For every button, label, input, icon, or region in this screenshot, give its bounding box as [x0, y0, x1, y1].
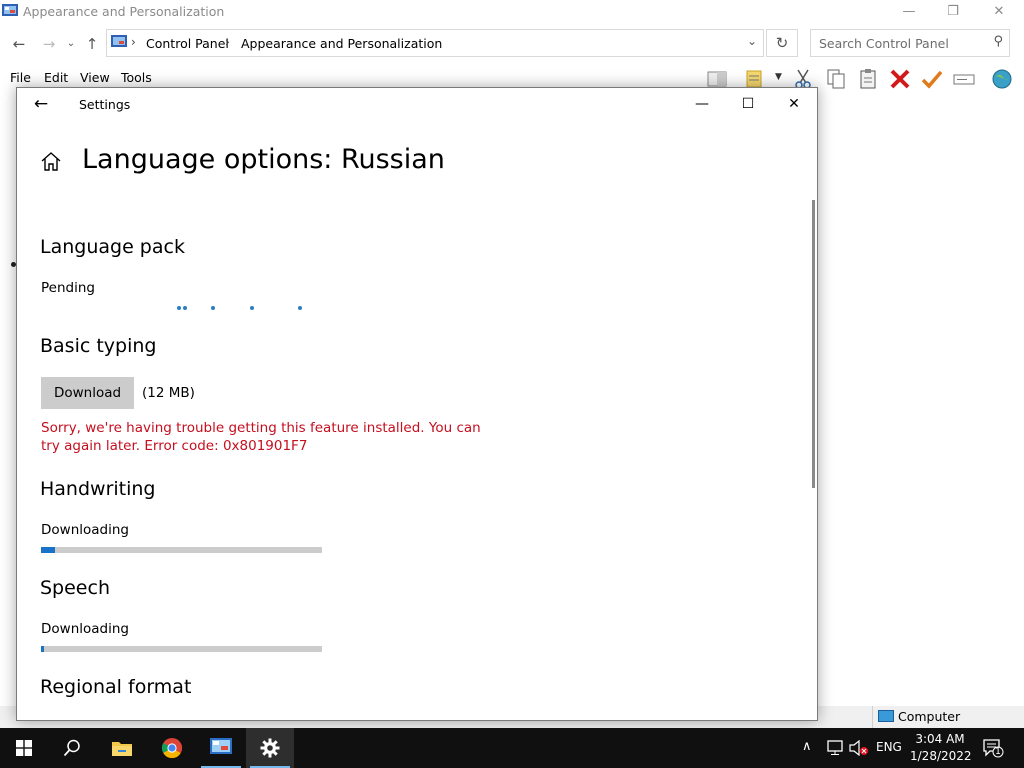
volume-muted-icon[interactable] — [849, 740, 869, 756]
speech-status: Downloading — [41, 621, 129, 637]
menu-view[interactable]: View — [80, 70, 110, 85]
language-pack-status: Pending — [41, 280, 95, 296]
handwriting-progress-fill — [41, 547, 56, 553]
clock-time: 3:04 AM — [915, 732, 965, 746]
address-dropdown-icon[interactable]: ⌄ — [747, 34, 757, 48]
network-icon[interactable] — [826, 740, 844, 756]
breadcrumb-appearance[interactable]: Appearance and Personalization — [241, 36, 442, 51]
explorer-title: Appearance and Personalization — [23, 4, 225, 19]
globe-icon[interactable] — [991, 68, 1013, 90]
clock-date: 1/28/2022 — [910, 749, 972, 763]
search-button[interactable] — [48, 728, 96, 768]
handwriting-status: Downloading — [41, 522, 129, 538]
regional-format-heading: Regional format — [40, 676, 192, 698]
settings-maximize-button[interactable]: ☐ — [725, 88, 771, 120]
explorer-close-button[interactable]: ✕ — [976, 0, 1022, 26]
rename-icon[interactable] — [953, 68, 975, 90]
forward-arrow-icon[interactable]: → — [38, 34, 60, 54]
search-icon: ⚲ — [993, 34, 1003, 49]
start-button[interactable] — [0, 728, 48, 768]
file-explorer-taskbar-button[interactable] — [98, 728, 146, 768]
explorer-minimize-button[interactable]: — — [886, 0, 932, 26]
error-message: Sorry, we're having trouble getting this… — [41, 420, 481, 454]
back-arrow-icon[interactable]: ← — [29, 94, 53, 114]
show-hidden-icons-chevron-icon[interactable]: ∧ — [802, 739, 818, 768]
language-pack-heading: Language pack — [40, 236, 185, 258]
explorer-navigation-bar: ← → ⌄ ↑ › Control Panel › Appearance and… — [0, 27, 1024, 60]
settings-title-bar: ← Settings — ☐ ✕ — [17, 88, 817, 120]
control-panel-icon — [210, 738, 232, 754]
search-box[interactable]: Search Control Panel ⚲ — [810, 29, 1010, 57]
refresh-icon[interactable]: ↻ — [766, 29, 798, 57]
views-dropdown-icon[interactable]: ▼ — [775, 72, 782, 82]
input-language-indicator[interactable]: ENG — [876, 740, 902, 768]
address-bar[interactable]: › Control Panel › Appearance and Persona… — [106, 29, 764, 57]
speech-progress-fill — [41, 646, 44, 652]
page-title: Language options: Russian — [82, 144, 445, 175]
loading-dots-indicator — [175, 306, 315, 312]
download-size: (12 MB) — [142, 385, 195, 401]
up-arrow-icon[interactable]: ↑ — [82, 34, 102, 54]
status-location-cell: Computer — [872, 706, 1020, 728]
basic-typing-heading: Basic typing — [40, 335, 157, 357]
settings-minimize-button[interactable]: — — [679, 88, 725, 120]
control-panel-icon — [2, 4, 18, 16]
folder-icon — [112, 742, 132, 756]
settings-window-title: Settings — [79, 97, 131, 112]
status-location: Computer — [898, 709, 961, 724]
back-arrow-icon[interactable]: ← — [8, 34, 30, 54]
chrome-icon — [161, 738, 183, 759]
speech-progress-bar — [41, 646, 322, 652]
control-panel-taskbar-button[interactable] — [197, 728, 245, 768]
breadcrumb-separator-icon: › — [225, 35, 230, 49]
taskbar: ∧ ENG 3:04 AM 1/28/2022 1 — [0, 728, 1024, 768]
home-icon[interactable] — [39, 150, 63, 174]
checkmark-icon[interactable] — [921, 68, 943, 90]
breadcrumb-control-panel[interactable]: Control Panel — [146, 36, 229, 51]
chrome-taskbar-button[interactable] — [148, 728, 196, 768]
recent-locations-chevron-icon[interactable]: ⌄ — [64, 34, 78, 54]
delete-icon[interactable] — [889, 68, 911, 90]
handwriting-progress-bar — [41, 547, 322, 553]
gear-icon — [260, 738, 280, 758]
settings-window: ← Settings — ☐ ✕ Language options: Russi… — [16, 87, 818, 721]
paste-icon[interactable] — [857, 68, 879, 90]
search-placeholder: Search Control Panel — [819, 36, 949, 51]
copy-icon[interactable] — [825, 68, 847, 90]
search-icon — [63, 739, 80, 757]
settings-close-button[interactable]: ✕ — [771, 88, 817, 120]
speech-heading: Speech — [40, 577, 110, 599]
computer-icon — [878, 710, 894, 722]
notification-count-badge: 1 — [995, 747, 1001, 757]
explorer-title-bar: Appearance and Personalization — ❐ ✕ — [0, 0, 1024, 26]
control-panel-icon — [111, 35, 127, 47]
handwriting-heading: Handwriting — [40, 478, 156, 500]
menu-edit[interactable]: Edit — [44, 70, 68, 85]
explorer-restore-button[interactable]: ❐ — [930, 0, 976, 26]
scrollbar[interactable] — [812, 200, 815, 488]
breadcrumb-separator-icon: › — [131, 35, 136, 49]
menu-tools[interactable]: Tools — [121, 70, 152, 85]
taskbar-clock[interactable]: 3:04 AM 1/28/2022 — [910, 731, 972, 765]
settings-taskbar-button[interactable] — [246, 728, 294, 768]
windows-logo-icon — [16, 740, 32, 756]
download-button[interactable]: Download — [41, 377, 134, 409]
menu-file[interactable]: File — [10, 70, 31, 85]
